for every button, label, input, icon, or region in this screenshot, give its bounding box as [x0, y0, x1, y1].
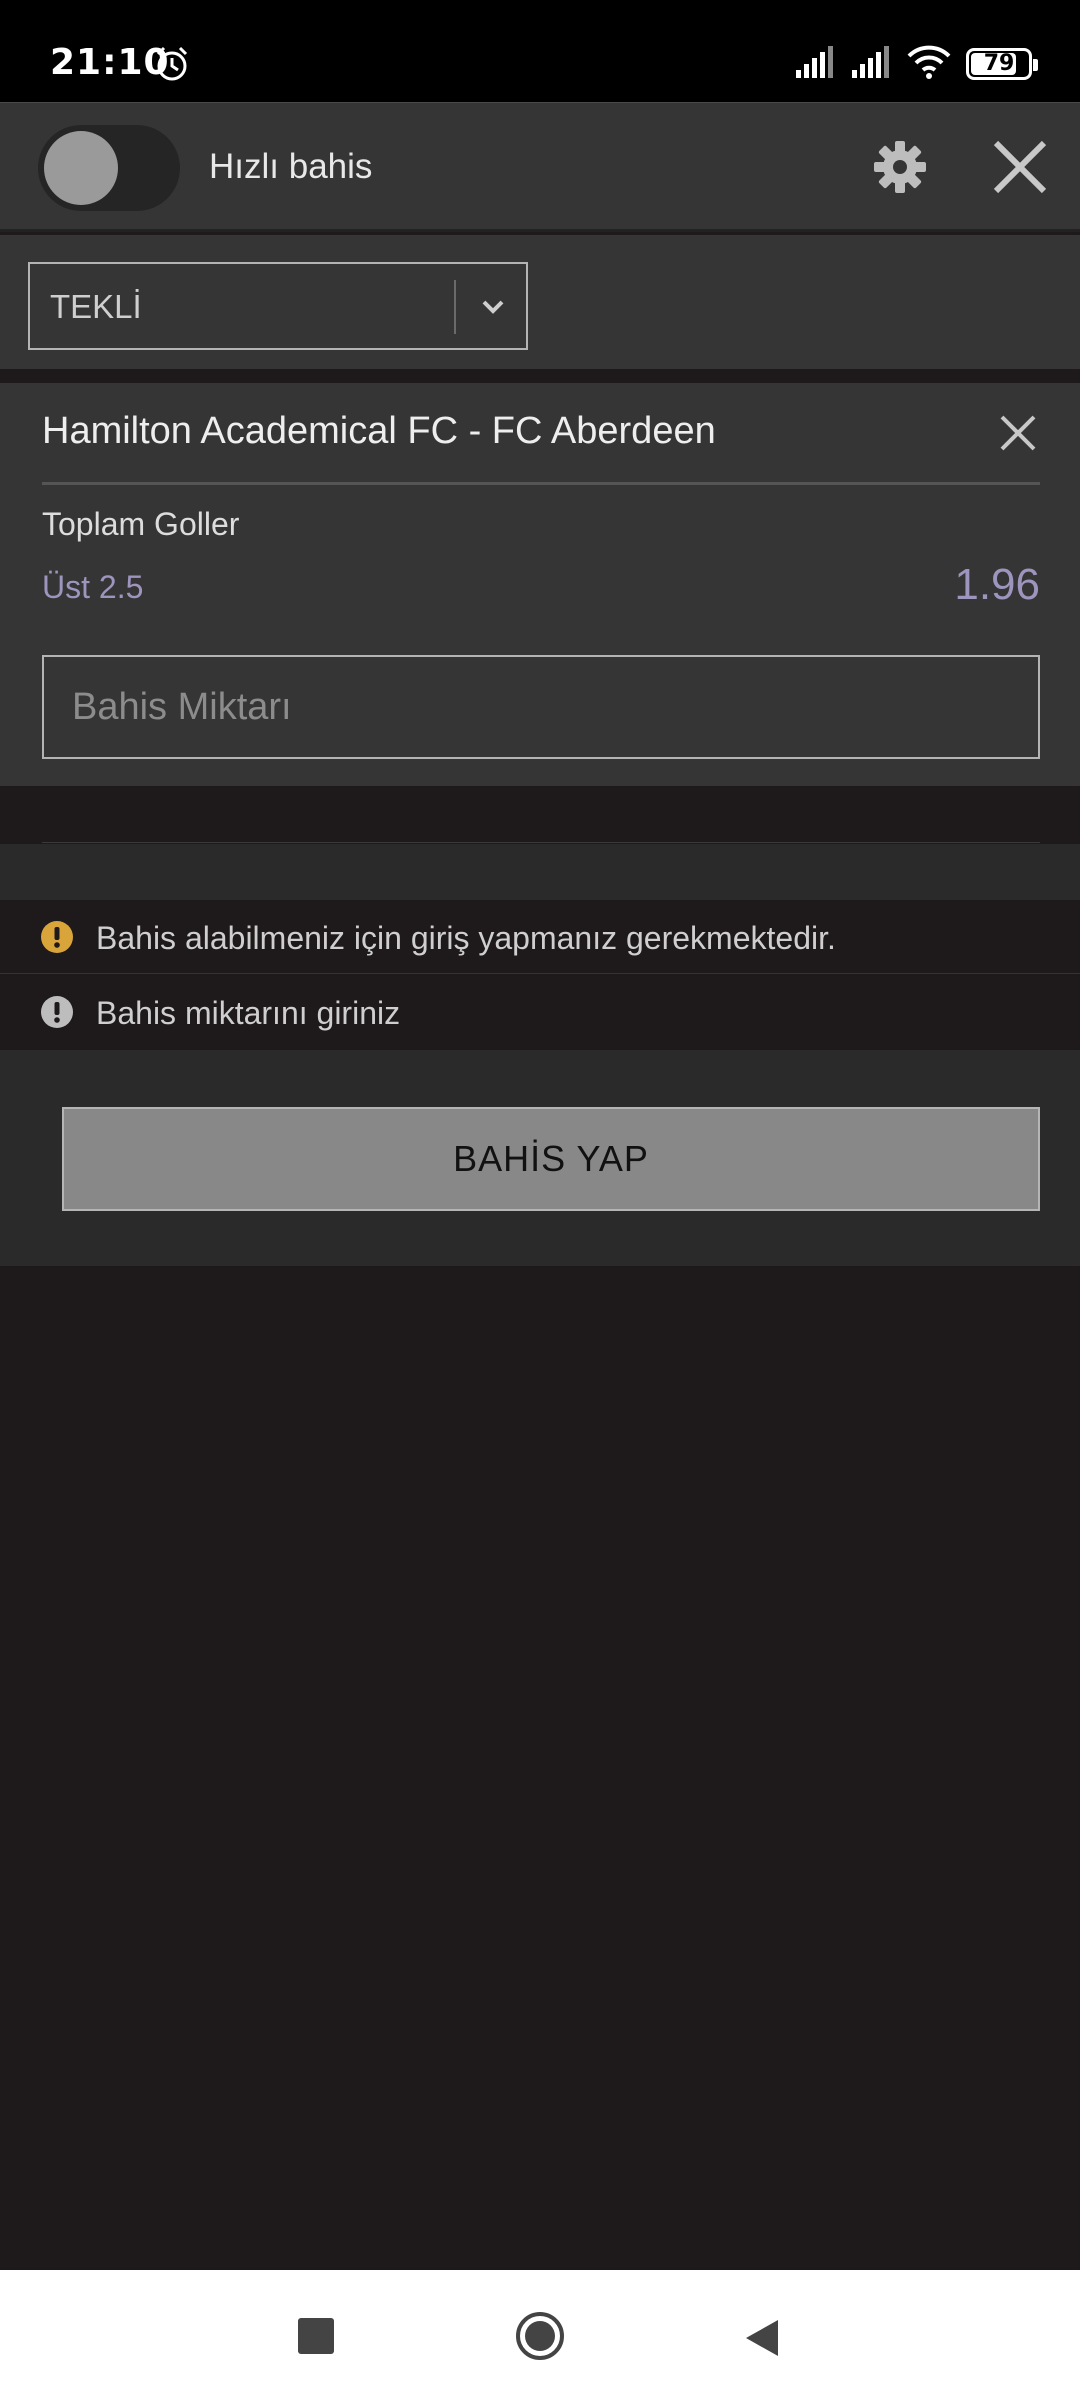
alarm-icon: [152, 44, 192, 89]
card-divider: [42, 482, 1040, 485]
market-name: Toplam Goller: [42, 506, 240, 542]
bet-type-value: TEKLİ: [50, 288, 142, 325]
remove-bet-icon[interactable]: [998, 413, 1038, 458]
odds-value: 1.96: [954, 560, 1040, 609]
message-row: Bahis miktarını giriniz: [0, 975, 1080, 1049]
signal-icon: [796, 46, 838, 83]
action-area: BAHİS YAP: [0, 1050, 1080, 1266]
quick-bet-toggle[interactable]: [38, 125, 180, 211]
recents-icon[interactable]: [298, 2318, 334, 2354]
separator: [0, 786, 1080, 844]
message-row: Bahis alabilmeniz için giriş yapmanız ge…: [0, 900, 1080, 974]
quick-bet-bar: Hızlı bahis: [0, 102, 1080, 232]
bet-type-dropdown[interactable]: TEKLİ: [28, 262, 528, 350]
warning-icon: [40, 920, 74, 959]
bet-type-area: TEKLİ: [0, 235, 1080, 375]
system-nav-bar: [0, 2270, 1080, 2400]
battery-icon: 79: [966, 48, 1038, 80]
info-icon: [40, 995, 74, 1034]
message-text: Bahis alabilmeniz için giriş yapmanız ge…: [96, 920, 836, 956]
chevron-down-icon[interactable]: [478, 292, 508, 327]
selection-name: Üst 2.5: [42, 569, 144, 605]
back-icon[interactable]: [742, 2316, 782, 2365]
dropdown-divider: [454, 280, 456, 334]
home-icon[interactable]: [516, 2312, 564, 2360]
place-bet-button[interactable]: BAHİS YAP: [62, 1107, 1040, 1211]
wifi-icon: [906, 44, 952, 85]
battery-level: 79: [983, 51, 1015, 76]
signal-icon-2: [852, 46, 894, 83]
bet-slip-card: Hamilton Academical FC - FC Aberdeen Top…: [0, 383, 1080, 786]
status-bar: 21:10 79: [0, 0, 1080, 102]
quick-bet-label: Hızlı bahis: [209, 147, 373, 186]
message-text: Bahis miktarını giriniz: [96, 995, 401, 1031]
stake-input[interactable]: [42, 655, 1040, 759]
toggle-knob: [44, 131, 118, 205]
match-title: Hamilton Academical FC - FC Aberdeen: [42, 410, 716, 452]
separator: [0, 844, 1080, 900]
close-icon[interactable]: [990, 137, 1050, 202]
separator-line: [42, 842, 1040, 843]
gear-icon[interactable]: [870, 137, 930, 202]
